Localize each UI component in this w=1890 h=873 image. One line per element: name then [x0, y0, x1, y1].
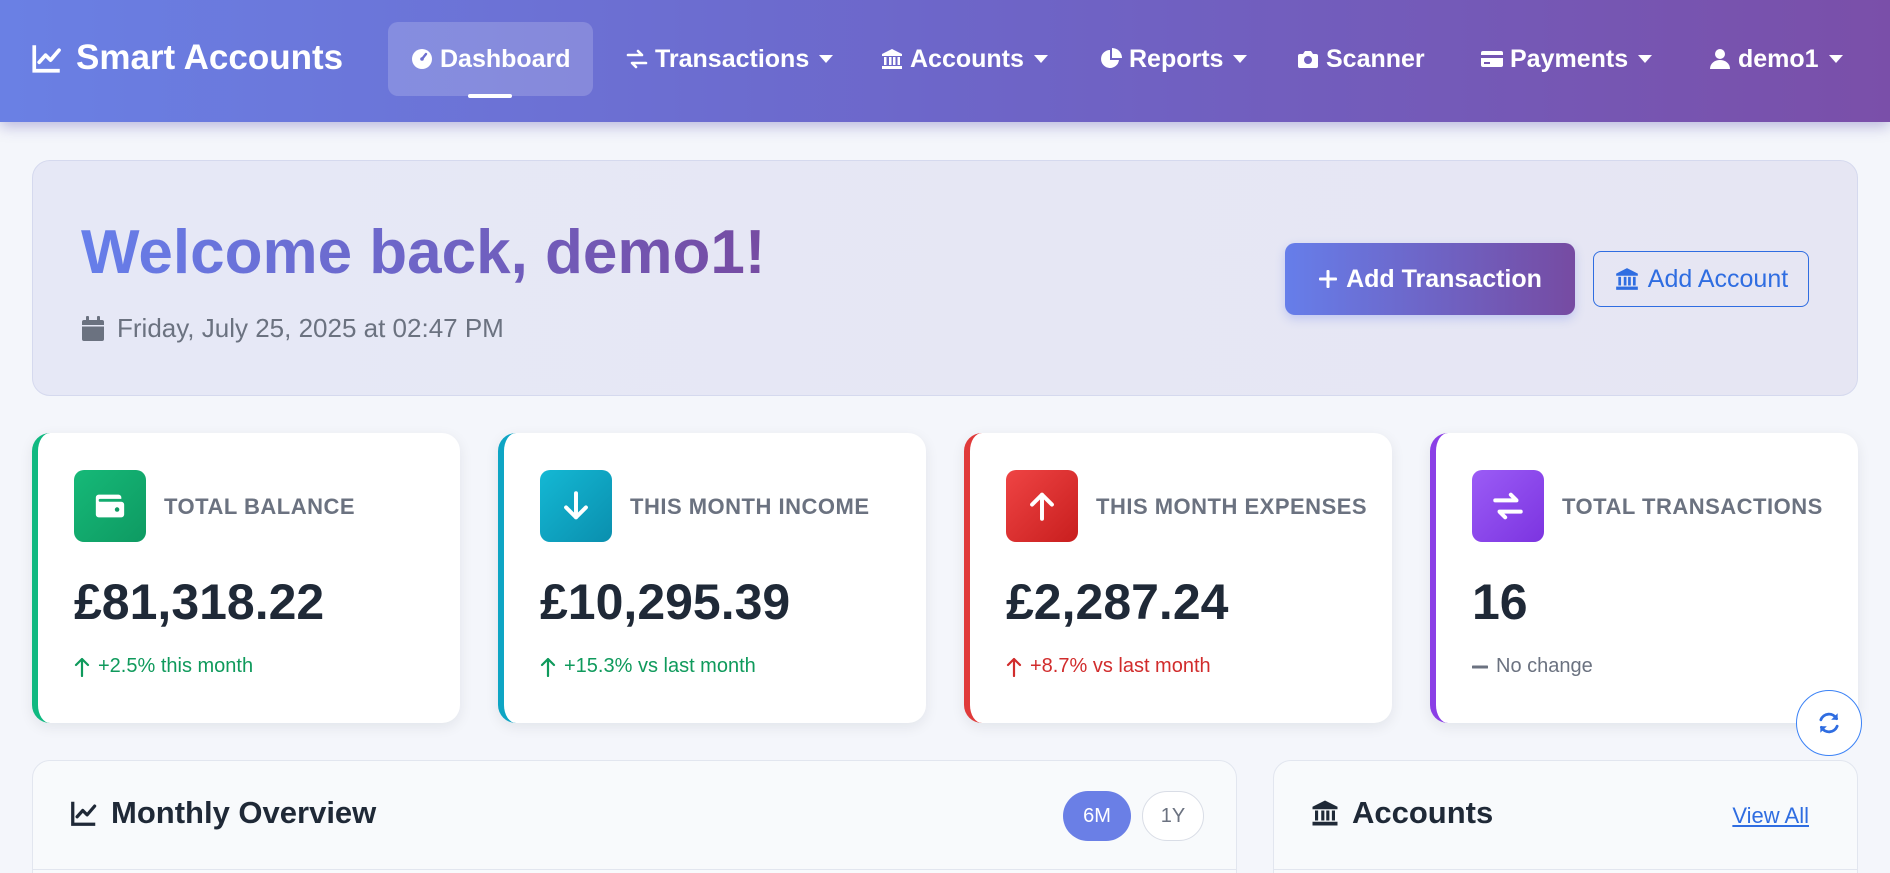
- add-account-label: Add Account: [1647, 264, 1789, 293]
- stat-icon-box: [1006, 470, 1078, 542]
- chevron-down-icon: [1233, 55, 1248, 63]
- stat-change-text: +8.7% vs last month: [1030, 655, 1211, 677]
- stat-change-text: +15.3% vs last month: [564, 655, 756, 677]
- exchange-icon: [626, 49, 648, 69]
- plus-icon: [1319, 270, 1338, 288]
- nav-payments[interactable]: Payments: [1458, 22, 1674, 96]
- stat-label: THIS MONTH EXPENSES: [1096, 493, 1368, 519]
- stat-value: £2,287.24: [1006, 574, 1229, 630]
- range-6m-button[interactable]: 6M: [1063, 791, 1131, 841]
- stat-card-total-balance: TOTAL BALANCE £81,318.22 +2.5% this mont…: [32, 433, 460, 723]
- nav-accounts[interactable]: Accounts: [858, 22, 1070, 96]
- monthly-overview-panel: Monthly Overview 6M 1Y: [32, 760, 1237, 873]
- gauge-icon: [412, 49, 432, 69]
- add-account-button[interactable]: Add Account: [1593, 251, 1809, 307]
- stat-icon-box: [540, 470, 612, 542]
- stat-change: +15.3% vs last month: [540, 655, 756, 678]
- accounts-title: Accounts: [1352, 795, 1494, 830]
- stat-icon-box: [74, 470, 146, 542]
- welcome-banner: Welcome back, demo1! Friday, July 25, 20…: [32, 160, 1858, 396]
- nav-transactions-label: Transactions: [655, 44, 810, 73]
- stat-value: £81,318.22: [74, 574, 325, 630]
- arrow-up-icon: [74, 657, 90, 677]
- arrow-up-icon: [1006, 657, 1022, 677]
- stat-value: £10,295.39: [540, 574, 791, 630]
- monthly-overview-title: Monthly Overview: [111, 795, 377, 830]
- view-all-accounts-link[interactable]: View All: [1732, 803, 1809, 829]
- panel-divider: [33, 869, 1236, 870]
- stat-value: 16: [1472, 574, 1528, 630]
- stat-label: THIS MONTH INCOME: [630, 493, 870, 519]
- top-navbar: Smart Accounts Dashboard Transactions Ac…: [0, 0, 1890, 122]
- stat-card-month-income: THIS MONTH INCOME £10,295.39 +15.3% vs l…: [498, 433, 926, 723]
- range-1y-button[interactable]: 1Y: [1142, 791, 1204, 841]
- stat-icon-box: [1472, 470, 1544, 542]
- credit-card-icon: [1481, 51, 1503, 67]
- add-transaction-label: Add Transaction: [1346, 264, 1542, 293]
- welcome-date: Friday, July 25, 2025 at 02:47 PM: [81, 313, 504, 344]
- nav-payments-label: Payments: [1510, 44, 1629, 73]
- exchange-icon: [1493, 492, 1523, 520]
- add-transaction-button[interactable]: Add Transaction: [1285, 243, 1575, 315]
- brand-name: Smart Accounts: [76, 38, 344, 77]
- camera-icon: [1298, 51, 1318, 68]
- nav-scanner[interactable]: Scanner: [1274, 22, 1447, 96]
- arrow-up-icon: [1030, 492, 1054, 521]
- nav-accounts-label: Accounts: [910, 44, 1024, 73]
- bank-icon: [1312, 800, 1338, 826]
- stat-label: TOTAL TRANSACTIONS: [1562, 493, 1823, 519]
- nav-transactions[interactable]: Transactions: [603, 22, 855, 96]
- stat-card-total-transactions: TOTAL TRANSACTIONS 16 No change: [1430, 433, 1858, 723]
- nav-reports[interactable]: Reports: [1077, 22, 1269, 96]
- nav-user-menu[interactable]: demo1: [1686, 22, 1865, 96]
- stat-change-text: No change: [1496, 655, 1593, 677]
- nav-dashboard-label: Dashboard: [440, 44, 571, 73]
- chevron-down-icon: [1033, 55, 1048, 63]
- stat-card-month-expenses: THIS MONTH EXPENSES £2,287.24 +8.7% vs l…: [964, 433, 1392, 723]
- accounts-header: Accounts: [1310, 795, 1493, 831]
- stat-change: +8.7% vs last month: [1006, 655, 1211, 678]
- wallet-icon: [95, 494, 125, 518]
- welcome-title: Welcome back, demo1!: [81, 218, 766, 287]
- nav-username: demo1: [1738, 44, 1819, 73]
- monthly-overview-header: Monthly Overview: [69, 795, 376, 831]
- nav-reports-label: Reports: [1129, 44, 1224, 73]
- stat-change: No change: [1472, 655, 1593, 678]
- refresh-button[interactable]: [1796, 690, 1862, 756]
- pie-chart-icon: [1101, 48, 1122, 68]
- line-chart-icon: [32, 45, 61, 73]
- nav-dashboard[interactable]: Dashboard: [388, 22, 593, 98]
- current-datetime: Friday, July 25, 2025 at 02:47 PM: [117, 313, 504, 343]
- bank-icon: [882, 49, 902, 69]
- refresh-icon: [1819, 712, 1839, 734]
- stat-change-text: +2.5% this month: [98, 655, 254, 677]
- chevron-down-icon: [819, 55, 834, 63]
- calendar-icon: [82, 315, 104, 341]
- accounts-panel: Accounts View All: [1273, 760, 1858, 873]
- line-chart-icon: [71, 801, 97, 826]
- chevron-down-icon: [1828, 55, 1843, 63]
- panel-divider: [1274, 869, 1857, 870]
- bank-icon: [1615, 268, 1638, 290]
- stat-change: +2.5% this month: [74, 655, 253, 678]
- arrow-down-icon: [564, 491, 588, 520]
- nav-scanner-label: Scanner: [1326, 44, 1425, 73]
- brand-link[interactable]: Smart Accounts: [30, 36, 343, 80]
- stat-label: TOTAL BALANCE: [164, 493, 356, 519]
- chevron-down-icon: [1638, 55, 1653, 63]
- minus-icon: [1472, 665, 1488, 668]
- user-icon: [1710, 49, 1730, 69]
- arrow-up-icon: [540, 657, 556, 677]
